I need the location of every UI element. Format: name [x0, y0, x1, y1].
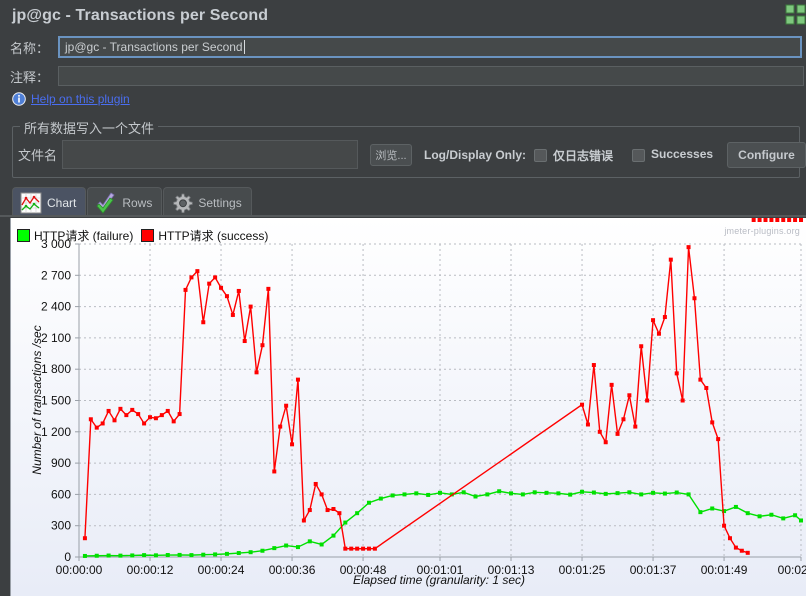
svg-text:00:00:48: 00:00:48 — [340, 563, 387, 577]
tab-settings-label: Settings — [198, 195, 242, 210]
svg-text:00:01:13: 00:01:13 — [488, 563, 535, 577]
tab-rows-label: Rows — [122, 195, 153, 210]
comment-row: 注释： — [10, 66, 804, 86]
svg-text:00:02:02: 00:02:02 — [778, 563, 806, 577]
help-link[interactable]: Help on this plugin — [31, 92, 130, 106]
filename-label: 文件名 — [18, 148, 58, 163]
svg-text:00:01:49: 00:01:49 — [701, 563, 748, 577]
info-icon — [12, 92, 26, 106]
svg-text:00:00:00: 00:00:00 — [56, 563, 103, 577]
svg-text:00:00:36: 00:00:36 — [269, 563, 316, 577]
svg-text:3 000: 3 000 — [41, 237, 71, 251]
chart-plot: 0 300 600 900 1 200 1 500 1 800 2 100 2 400 2 700… — [41, 218, 806, 577]
svg-text:0: 0 — [64, 550, 71, 564]
gear-icon — [173, 193, 194, 213]
browse-button[interactable]: 浏览... — [370, 144, 412, 166]
plugin-corner-icon — [785, 4, 806, 25]
svg-text:2 700: 2 700 — [41, 268, 71, 282]
successes-label: Successes — [651, 147, 714, 161]
svg-text:00:00:24: 00:00:24 — [198, 563, 245, 577]
svg-text:2 100: 2 100 — [41, 331, 71, 345]
comment-label: 注释： — [10, 69, 50, 85]
comment-input[interactable] — [58, 66, 804, 86]
svg-text:1 800: 1 800 — [41, 362, 71, 376]
tab-chart[interactable]: Chart — [12, 187, 87, 217]
plugin-window: jp@gc - Transactions per Second 名称： jp@g… — [0, 0, 806, 596]
name-row: 名称： jp@gc - Transactions per Second — [10, 36, 802, 58]
filename-input[interactable] — [62, 140, 358, 169]
text-caret — [243, 40, 245, 54]
checkmark-icon — [96, 191, 115, 214]
page-title: jp@gc - Transactions per Second — [12, 7, 269, 24]
chart-icon — [20, 192, 42, 213]
tab-settings[interactable]: Settings — [163, 187, 252, 217]
svg-text:900: 900 — [51, 456, 71, 470]
svg-text:300: 300 — [51, 519, 71, 533]
svg-text:00:01:37: 00:01:37 — [630, 563, 677, 577]
name-input-value: jp@gc - Transactions per Second — [65, 40, 243, 54]
errors-only-checkbox[interactable] — [534, 149, 547, 162]
tab-rows[interactable]: Rows — [87, 187, 163, 217]
errors-only-label: 仅日志错误 — [553, 149, 614, 163]
svg-text:2 400: 2 400 — [41, 300, 71, 314]
svg-text:600: 600 — [51, 487, 71, 501]
chart-panel: HTTP请求 (failure) HTTP请求 (success) jmeter… — [10, 218, 806, 596]
tab-chart-label: Chart — [47, 195, 77, 210]
svg-text:00:01:01: 00:01:01 — [417, 563, 464, 577]
tab-divider — [0, 215, 806, 217]
svg-text:1 200: 1 200 — [41, 425, 71, 439]
title-bar: jp@gc - Transactions per Second — [0, 0, 806, 32]
name-label: 名称： — [10, 40, 50, 56]
svg-text:00:01:25: 00:01:25 — [559, 563, 606, 577]
svg-text:1 500: 1 500 — [41, 394, 71, 408]
configure-button[interactable]: Configure — [727, 142, 806, 168]
svg-text:00:00:12: 00:00:12 — [127, 563, 174, 577]
tab-bar: Chart Rows Settings — [12, 185, 253, 217]
log-display-only-label: Log/Display Only: — [424, 148, 527, 162]
successes-checkbox[interactable] — [632, 149, 645, 162]
output-file-group-title: 所有数据写入一个文件 — [20, 118, 159, 137]
name-input[interactable]: jp@gc - Transactions per Second — [58, 36, 802, 58]
help-row[interactable]: Help on this plugin — [12, 92, 130, 106]
